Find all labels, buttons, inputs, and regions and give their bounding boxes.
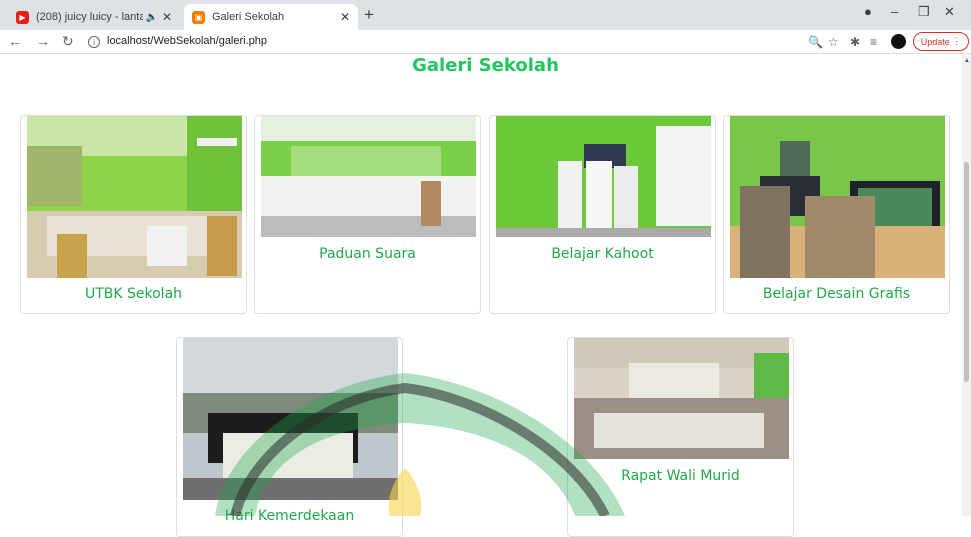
- gallery-caption: Belajar Kahoot: [551, 246, 654, 262]
- tab-title: (208) juicy luicy - lantas (spe: [36, 11, 144, 23]
- gallery-caption: Belajar Desain Grafis: [762, 286, 911, 302]
- speaker-icon[interactable]: 🔈: [145, 12, 157, 23]
- youtube-icon: ▶: [16, 10, 29, 24]
- bookmark-star-icon[interactable]: ☆: [828, 35, 839, 49]
- gallery-photo: [730, 116, 945, 278]
- gallery-card[interactable]: Belajar Desain Grafis: [723, 115, 950, 314]
- gallery-card[interactable]: Rapat Wali Murid: [567, 337, 794, 537]
- gallery-photo: [27, 116, 242, 278]
- close-window-button[interactable]: ✕: [944, 4, 955, 20]
- tab-galeri[interactable]: ▣ Galeri Sekolah ✕: [184, 4, 358, 30]
- zoom-icon[interactable]: 🔍: [808, 35, 823, 49]
- profile-avatar[interactable]: [891, 34, 906, 49]
- gallery-photo: [496, 116, 711, 237]
- info-icon[interactable]: i: [88, 36, 100, 48]
- scrollbar-thumb[interactable]: [964, 162, 969, 382]
- gallery-caption: Paduan Suara: [319, 246, 416, 262]
- tab-strip: ▶ (208) juicy luicy - lantas (spe 🔈 ✕ ▣ …: [0, 0, 971, 30]
- gallery-caption: Rapat Wali Murid: [621, 468, 740, 484]
- gallery-photo: [261, 116, 476, 237]
- new-tab-button[interactable]: +: [364, 5, 374, 25]
- gallery-photo: [183, 338, 398, 500]
- forward-icon[interactable]: →: [36, 33, 50, 49]
- tab-title: Galeri Sekolah: [212, 11, 285, 23]
- gallery-card[interactable]: Paduan Suara: [254, 115, 481, 314]
- update-label: Update: [920, 36, 950, 47]
- url-bar[interactable]: localhost/WebSekolah/galeri.php: [107, 35, 267, 47]
- close-tab-icon[interactable]: ✕: [162, 10, 172, 24]
- record-icon[interactable]: ●: [864, 4, 872, 19]
- gallery-photo: [574, 338, 789, 459]
- gallery-card[interactable]: UTBK Sekolah: [20, 115, 247, 314]
- gallery-caption: UTBK Sekolah: [84, 286, 183, 302]
- address-toolbar: ← → ↻ i localhost/WebSekolah/galeri.php …: [0, 30, 971, 54]
- back-icon[interactable]: ←: [8, 33, 22, 49]
- restore-button[interactable]: ❐: [918, 4, 930, 20]
- reading-list-icon[interactable]: ≡: [870, 35, 877, 49]
- page-title: Galeri Sekolah: [412, 55, 559, 76]
- update-button[interactable]: Update ⋮: [913, 32, 969, 51]
- reload-icon[interactable]: ↻: [62, 33, 74, 50]
- close-tab-icon[interactable]: ✕: [340, 10, 350, 24]
- gallery-caption: Hari Kemerdekaan: [224, 508, 355, 524]
- gallery-card[interactable]: Belajar Kahoot: [489, 115, 716, 314]
- gallery-card[interactable]: Hari Kemerdekaan: [176, 337, 403, 537]
- tab-youtube[interactable]: ▶ (208) juicy luicy - lantas (spe 🔈 ✕: [8, 4, 180, 30]
- extensions-icon[interactable]: ✱: [850, 35, 860, 49]
- page-icon: ▣: [192, 10, 205, 24]
- minimize-button[interactable]: –: [891, 4, 898, 19]
